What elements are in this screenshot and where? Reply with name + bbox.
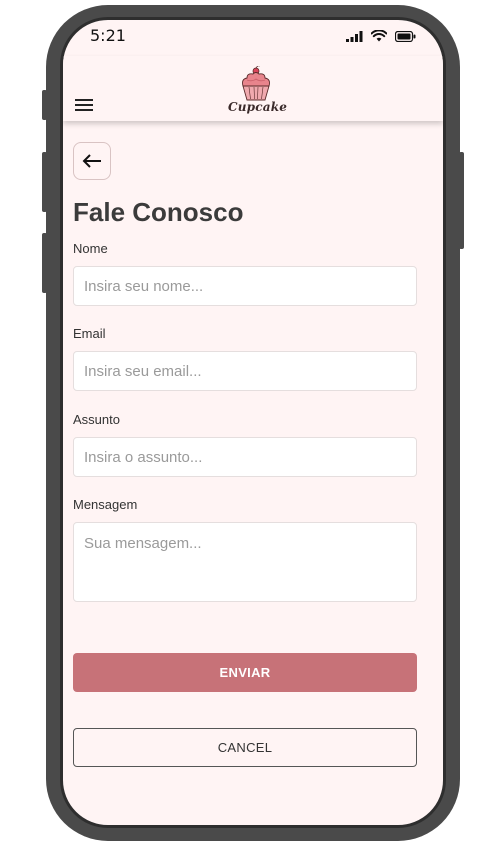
page-content: Fale Conosco Nome Email Assunto Mensagem… bbox=[63, 121, 443, 825]
phone-screen: 5:21 Cupcake Fale Conosco Nome Insira se… bbox=[60, 17, 446, 828]
message-textarea[interactable] bbox=[73, 522, 417, 602]
email-label: Email bbox=[73, 326, 106, 341]
name-label: Nome bbox=[73, 241, 108, 256]
email-input[interactable] bbox=[73, 351, 417, 391]
phone-mute-switch bbox=[42, 90, 47, 120]
submit-button[interactable]: ENVIAR bbox=[73, 653, 417, 692]
arrow-left-icon bbox=[82, 154, 101, 168]
subject-input[interactable] bbox=[73, 437, 417, 477]
cancel-button[interactable]: CANCEL bbox=[73, 728, 417, 767]
status-icons bbox=[346, 30, 416, 42]
name-input[interactable] bbox=[73, 266, 417, 306]
page-title: Fale Conosco bbox=[73, 197, 244, 227]
phone-volume-down-button bbox=[42, 233, 47, 293]
cupcake-icon bbox=[242, 66, 270, 101]
message-label: Mensagem bbox=[73, 497, 138, 512]
logo-text: Cupcake bbox=[228, 100, 288, 114]
battery-icon bbox=[395, 30, 416, 42]
phone-power-button bbox=[459, 152, 464, 249]
signal-icon bbox=[346, 30, 363, 42]
back-button[interactable] bbox=[73, 142, 111, 180]
status-time: 5:21 bbox=[90, 26, 126, 45]
subject-label: Assunto bbox=[73, 412, 120, 427]
cupcake-logo: Cupcake bbox=[228, 66, 288, 116]
app-header: Cupcake bbox=[63, 56, 443, 121]
wifi-icon bbox=[371, 30, 387, 42]
status-bar: 5:21 bbox=[63, 20, 443, 56]
hamburger-menu-icon[interactable] bbox=[75, 99, 93, 113]
phone-volume-up-button bbox=[42, 152, 47, 212]
